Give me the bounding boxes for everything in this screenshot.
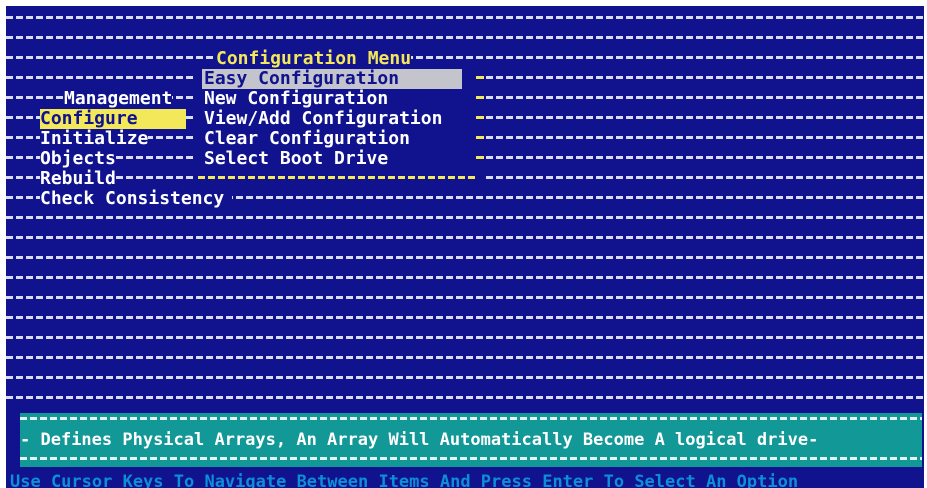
management-item-configure[interactable]: Configure: [40, 109, 186, 129]
menu-border-dash: [476, 136, 484, 139]
menu-border-dash: [476, 116, 484, 119]
management-item-initialize[interactable]: Initialize: [40, 129, 149, 149]
menu-border-dash: [476, 96, 484, 99]
status-description-text: Defines Physical Arrays, An Array Will A…: [40, 430, 809, 450]
menu-border-dash: [476, 156, 484, 159]
config-menu-item-view-add-configuration[interactable]: View/Add Configuration: [204, 109, 442, 129]
config-menu-item-clear-configuration[interactable]: Clear Configuration: [204, 129, 410, 149]
menu-border-dash: [476, 76, 484, 79]
config-menu-item-new-configuration[interactable]: New Configuration: [204, 89, 388, 109]
management-item-rebuild[interactable]: Rebuild: [40, 169, 116, 189]
config-menu-item-easy-configuration[interactable]: Easy Configuration: [202, 69, 462, 89]
bios-raid-utility-screen: Configuration Menu Easy Configuration Ne…: [6, 6, 924, 488]
management-item-objects[interactable]: Objects: [40, 149, 116, 169]
status-description: - Defines Physical Arrays, An Array Will…: [20, 430, 819, 450]
status-dash-bottom: [20, 457, 922, 460]
help-line: Use Cursor Keys To Navigate Between Item…: [6, 471, 924, 488]
management-item-check-consistency[interactable]: Check Consistency: [40, 189, 233, 209]
management-menu-title: Management: [64, 88, 173, 109]
config-menu-item-select-boot-drive[interactable]: Select Boot Drive: [204, 149, 388, 169]
menu-border-dash: [198, 176, 478, 179]
config-menu-title: Configuration Menu: [216, 48, 412, 69]
status-dash-top: [20, 417, 922, 420]
status-bar: - Defines Physical Arrays, An Array Will…: [20, 413, 922, 467]
